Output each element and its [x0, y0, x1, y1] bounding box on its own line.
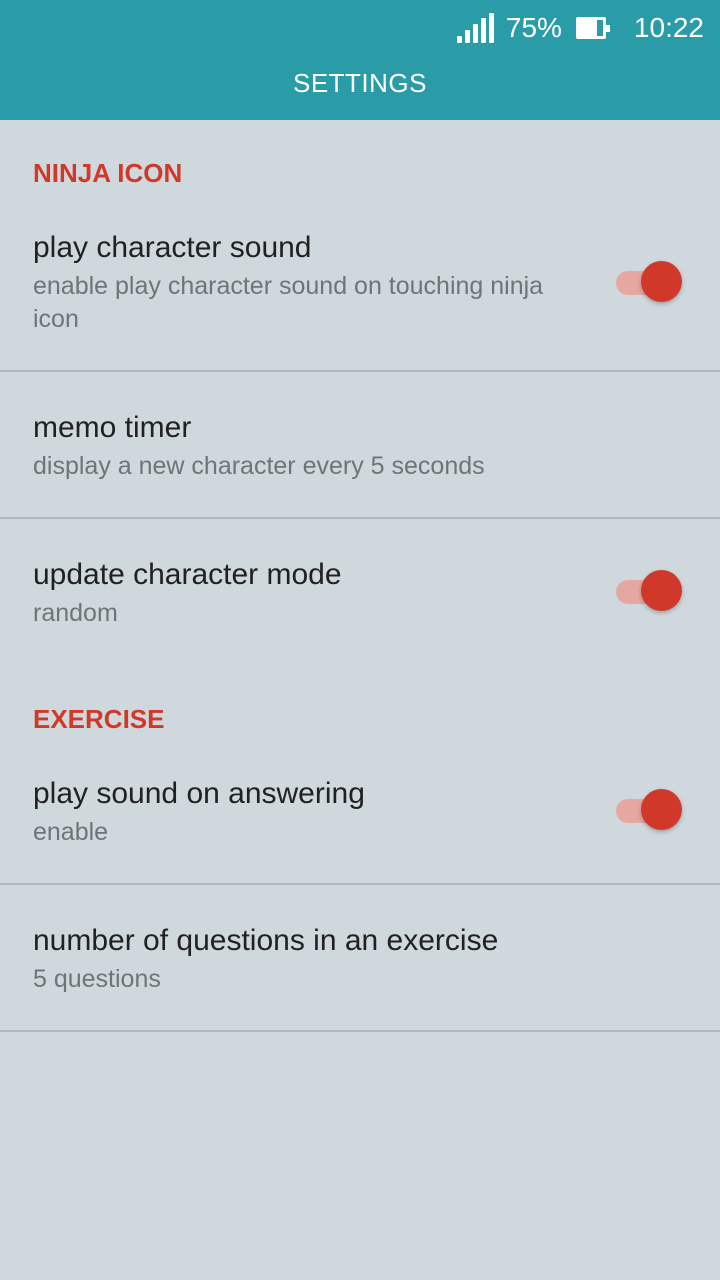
setting-summary: 5 questions	[33, 965, 161, 993]
page-title: SETTINGS	[292, 68, 427, 98]
setting-update-character-mode[interactable]: update character mode random	[0, 519, 720, 666]
signal-icon	[456, 13, 494, 43]
battery-percent: 75%	[505, 12, 562, 43]
setting-title: play character sound	[33, 231, 312, 264]
setting-summary: enable play character sound on touching …	[33, 272, 544, 333]
setting-title: play sound on answering	[33, 777, 365, 810]
switch-thumb	[641, 570, 682, 611]
setting-title: update character mode	[33, 558, 342, 591]
switch-thumb	[641, 261, 682, 302]
settings-list: NINJA ICON play character sound enable p…	[0, 120, 720, 1032]
switch-thumb	[641, 789, 682, 830]
battery-fill	[578, 20, 597, 36]
setting-summary: enable	[33, 818, 109, 846]
battery-icon	[575, 17, 610, 39]
section-header-exercise: EXERCISE	[33, 704, 165, 734]
setting-summary: display a new character every 5 seconds	[33, 452, 485, 480]
app-bar: 75% 10:22 SETTINGS	[0, 0, 720, 120]
setting-play-sound-on-answering[interactable]: play sound on answering enable	[0, 738, 720, 885]
setting-title: memo timer	[33, 411, 192, 444]
setting-play-character-sound[interactable]: play character sound enable play charact…	[0, 192, 720, 372]
play-character-sound-switch[interactable]	[616, 260, 682, 304]
setting-summary: random	[33, 599, 118, 627]
update-character-mode-switch[interactable]	[616, 569, 682, 613]
status-bar: 75% 10:22	[456, 8, 704, 48]
clock: 10:22	[633, 12, 704, 43]
setting-number-of-questions[interactable]: number of questions in an exercise 5 que…	[0, 885, 720, 1032]
setting-memo-timer[interactable]: memo timer display a new character every…	[0, 372, 720, 519]
play-sound-on-answering-switch[interactable]	[616, 788, 682, 832]
setting-title: number of questions in an exercise	[33, 924, 499, 957]
section-header-ninja-icon: NINJA ICON	[33, 158, 183, 188]
